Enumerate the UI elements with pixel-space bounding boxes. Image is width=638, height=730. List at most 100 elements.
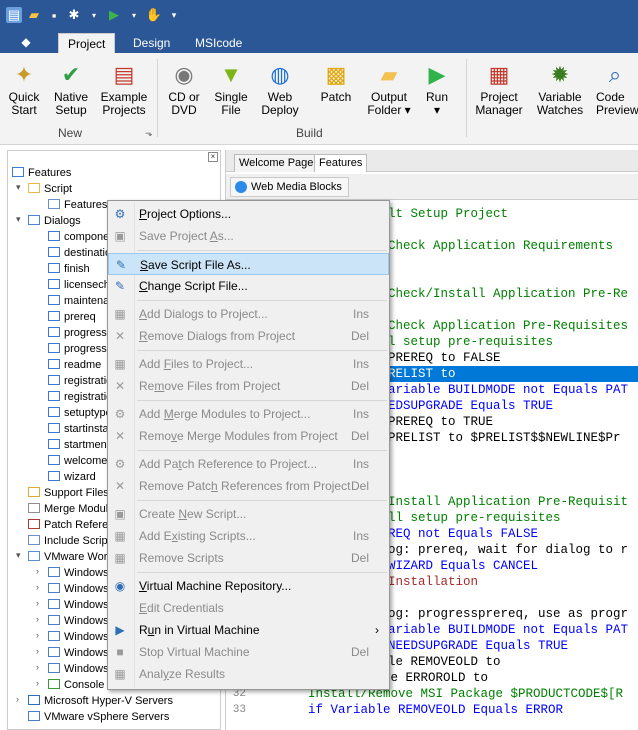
expand-arrow-icon[interactable]: › xyxy=(36,678,39,688)
tree-item-vm[interactable]: Windows xyxy=(48,661,109,677)
tree-item-support-files[interactable]: Support Files xyxy=(28,485,109,501)
code-line[interactable]: if Variable REMOVEOLD Equals ERROR xyxy=(308,702,563,718)
menu-item-create-new-script[interactable]: ▣ Create New Script... xyxy=(108,503,389,525)
single-file-button[interactable]: ▼ Single File xyxy=(208,59,254,117)
tree-item-dialog[interactable]: welcome xyxy=(48,453,107,469)
tree-item-dialog[interactable]: finish xyxy=(48,261,90,277)
code-line[interactable]: ll setup pre-requisites xyxy=(388,510,561,526)
run-dropdown-icon[interactable]: ▾ xyxy=(126,7,142,23)
tree-item-vm[interactable]: Windows xyxy=(48,565,109,581)
code-line[interactable]: EDSUPGRADE Equals TRUE xyxy=(388,398,553,414)
code-line[interactable]: og: progressprereq, use as progr xyxy=(388,606,628,622)
menu-item-remove-dialogs-from-project[interactable]: ✕ Remove Dialogs from Project Del xyxy=(108,325,389,347)
code-line[interactable]: Check/Install Application Pre-Re xyxy=(388,286,628,302)
code-line[interactable]: NEEDSUPGRADE Equals TRUE xyxy=(388,638,568,654)
expand-arrow-icon[interactable]: › xyxy=(36,630,39,640)
tree-item-dialog[interactable]: progress xyxy=(48,325,107,341)
tree-item-dialog[interactable]: wizard xyxy=(48,469,96,485)
variable-watches-button[interactable]: ✹ Variable Watches xyxy=(534,59,586,117)
dialog-launcher-icon[interactable]: ⬎ xyxy=(145,128,153,139)
expand-arrow-icon[interactable]: › xyxy=(36,566,39,576)
tree-item-dialog[interactable]: prereq xyxy=(48,309,96,325)
menu-item-add-existing-scripts[interactable]: ▦ Add Existing Scripts... Ins xyxy=(108,525,389,547)
menu-item-edit-credentials[interactable]: Edit Credentials xyxy=(108,597,389,619)
menu-item-remove-scripts[interactable]: ▦ Remove Scripts Del xyxy=(108,547,389,569)
tree-item-vm[interactable]: Windows xyxy=(48,597,109,613)
example-projects-button[interactable]: ▤ Example Projects xyxy=(98,59,150,117)
code-preview-button[interactable]: ⌕ Code Preview xyxy=(596,59,638,117)
code-line[interactable]: PREREQ to FALSE xyxy=(388,350,501,366)
menu-item-change-script-file[interactable]: ✎ Change Script File... xyxy=(108,275,389,297)
menu-item-virtual-machine-repository[interactable]: ◉ Virtual Machine Repository... xyxy=(108,575,389,597)
tree-item-dialogs[interactable]: Dialogs xyxy=(28,213,81,229)
tree-item-dialog[interactable]: readme xyxy=(48,357,101,373)
menu-item-add-merge-modules-to-project[interactable]: ⚙ Add Merge Modules to Project... Ins xyxy=(108,403,389,425)
build-dropdown-icon[interactable]: ▾ xyxy=(86,7,102,23)
close-icon[interactable]: × xyxy=(208,152,218,162)
code-line[interactable]: WIZARD Equals CANCEL xyxy=(388,558,538,574)
code-line[interactable]: Installation xyxy=(388,574,478,590)
menu-item-analyze-results[interactable]: ▦ Analyze Results xyxy=(108,663,389,685)
expand-arrow-icon[interactable]: › xyxy=(16,694,19,704)
menu-item-add-files-to-project[interactable]: ▦ Add Files to Project... Ins xyxy=(108,353,389,375)
code-line[interactable]: og: prereq, wait for dialog to r xyxy=(388,542,628,558)
tab-design[interactable]: Design xyxy=(124,33,179,53)
open-icon[interactable]: ▰ xyxy=(26,7,42,23)
collapse-arrow-icon[interactable]: ▾ xyxy=(16,550,21,561)
code-line[interactable]: Check Application Requirements xyxy=(388,238,613,254)
menu-item-save-project-as[interactable]: ▣ Save Project As... xyxy=(108,225,389,247)
tree-item-vm[interactable]: Windows xyxy=(48,629,109,645)
collapse-arrow-icon[interactable]: ▾ xyxy=(16,182,21,193)
menu-item-run-in-virtual-machine[interactable]: ▶ Run in Virtual Machine › xyxy=(108,619,389,641)
tree-item-vsphere[interactable]: VMware vSphere Servers xyxy=(28,709,169,725)
tree-item-features-script[interactable]: Features xyxy=(48,197,107,213)
tab-welcome-page[interactable]: Welcome Page xyxy=(234,154,319,172)
code-line[interactable]: lt Setup Project xyxy=(388,206,508,222)
project-manager-button[interactable]: ▦ Project Manager xyxy=(473,59,525,117)
expand-arrow-icon[interactable]: › xyxy=(36,582,39,592)
expand-arrow-icon[interactable]: › xyxy=(36,614,39,624)
code-line[interactable]: le REMOVEOLD to xyxy=(388,654,501,670)
tree-item-vm[interactable]: Windows xyxy=(48,645,109,661)
web-media-blocks-button[interactable]: Web Media Blocks xyxy=(230,177,349,197)
selected-code-line[interactable]: RELIST to xyxy=(376,366,638,382)
tree-item-dialog[interactable]: startmenu xyxy=(48,437,113,453)
patch-button[interactable]: ▩ Patch xyxy=(313,59,359,104)
build-icon[interactable]: ✱ xyxy=(66,7,82,23)
code-line[interactable]: PREREQ to TRUE xyxy=(388,414,493,430)
tree-item-features[interactable]: Features xyxy=(12,165,71,181)
code-line[interactable]: l setup pre-requisites xyxy=(388,334,553,350)
tree-item-hyper-v[interactable]: Microsoft Hyper-V Servers xyxy=(28,693,173,709)
expand-arrow-icon[interactable]: › xyxy=(36,598,39,608)
code-line[interactable]: ariable BUILDMODE not Equals PAT xyxy=(388,622,628,638)
tree-item-vm[interactable]: Windows xyxy=(48,613,109,629)
file-menu-icon[interactable]: ◆ xyxy=(10,33,42,51)
tree-item-vm[interactable]: Windows xyxy=(48,581,109,597)
code-line[interactable]: Check Application Pre-Requisites xyxy=(388,318,628,334)
output-folder-button[interactable]: ▰ Output Folder ▾ xyxy=(364,59,414,117)
run-icon[interactable]: ▶ xyxy=(106,7,122,23)
tree-item-script[interactable]: Script xyxy=(28,181,72,197)
tab-features[interactable]: Features xyxy=(314,154,368,172)
code-line[interactable]: PRELIST to $PRELIST$$NEWLINE$Pr xyxy=(388,430,621,446)
code-line[interactable]: REQ not Equals FALSE xyxy=(388,526,538,542)
cd-dvd-button[interactable]: ◉ CD or DVD xyxy=(161,59,207,117)
native-setup-button[interactable]: ✔ Native Setup xyxy=(48,59,94,117)
app-icon[interactable]: ▤ xyxy=(6,7,22,23)
code-line[interactable]: ariable BUILDMODE not Equals PAT xyxy=(388,382,628,398)
tree-item-dialog[interactable]: setuptype xyxy=(48,405,112,421)
menu-item-stop-virtual-machine[interactable]: ■ Stop Virtual Machine Del xyxy=(108,641,389,663)
hand-icon[interactable]: ✋ xyxy=(146,7,162,23)
web-deploy-button[interactable]: ◍ Web Deploy xyxy=(257,59,303,117)
run-button[interactable]: ▶ Run ▾ xyxy=(414,59,460,117)
menu-item-add-dialogs-to-project[interactable]: ▦ Add Dialogs to Project... Ins xyxy=(108,303,389,325)
save-icon[interactable]: ▪ xyxy=(46,7,62,23)
menu-item-remove-files-from-project[interactable]: ✕ Remove Files from Project Del xyxy=(108,375,389,397)
collapse-arrow-icon[interactable]: ▾ xyxy=(16,214,21,225)
expand-arrow-icon[interactable]: › xyxy=(36,662,39,672)
code-line[interactable]: Install Application Pre-Requisit xyxy=(388,494,628,510)
menu-item-add-patch-reference-to-project[interactable]: ⚙ Add Patch Reference to Project... Ins xyxy=(108,453,389,475)
menu-item-save-script-file-as[interactable]: ✎ Save Script File As... xyxy=(108,253,389,275)
tree-item-include-scripts[interactable]: Include Scripts xyxy=(28,533,116,549)
customize-toolbar-icon[interactable]: ▾ xyxy=(166,7,182,23)
